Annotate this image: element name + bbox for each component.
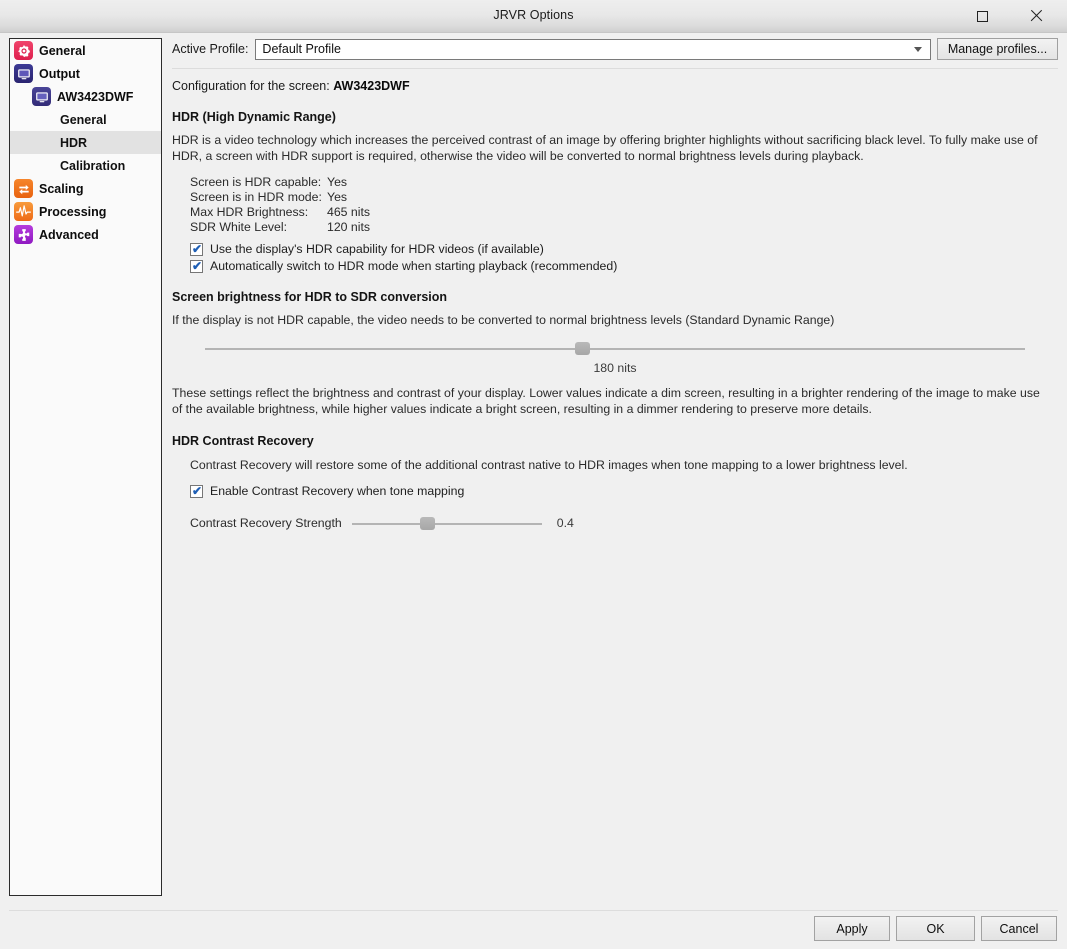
active-profile-value: Default Profile (262, 42, 341, 56)
brightness-slider-thumb[interactable] (574, 342, 590, 355)
main-content: Active Profile: Default Profile Manage p… (172, 38, 1058, 898)
sidebar-item-aw3423dwf[interactable]: AW3423DWF (10, 85, 161, 108)
sidebar-item-output[interactable]: Output (10, 62, 161, 85)
sidebar-item-label: General (39, 43, 86, 58)
check-mark-icon: ✔ (192, 258, 203, 273)
brightness-explanation: These settings reflect the brightness an… (172, 386, 1040, 416)
checkbox-auto-switch-hdr[interactable]: ✔ Automatically switch to HDR mode when … (190, 259, 1058, 273)
checkbox-label: Automatically switch to HDR mode when st… (210, 259, 618, 273)
monitor-icon (14, 64, 33, 83)
sidebar-item-label: Output (39, 66, 80, 81)
contrast-recovery-description: Contrast Recovery will restore some of t… (190, 458, 908, 472)
brightness-description: If the display is not HDR capable, the v… (172, 313, 835, 327)
cancel-button[interactable]: Cancel (981, 916, 1057, 941)
chevron-down-icon (914, 47, 922, 52)
stat-value: 120 nits (327, 220, 371, 234)
config-screen-name: AW3423DWF (333, 79, 410, 93)
hdr-stats-list: Screen is HDR capable: Yes Screen is in … (190, 175, 1058, 235)
window-titlebar: JRVR Options (0, 0, 1067, 33)
sidebar-item-advanced[interactable]: Advanced (10, 223, 161, 246)
contrast-strength-slider[interactable] (351, 516, 542, 530)
contrast-strength-thumb[interactable] (420, 516, 436, 530)
brightness-value-label: 180 nits (593, 361, 637, 375)
check-mark-icon: ✔ (192, 241, 203, 256)
sidebar-item-screen-general[interactable]: General (10, 108, 161, 131)
sidebar-item-label: HDR (60, 135, 88, 150)
check-mark-icon: ✔ (192, 483, 203, 498)
window-title: JRVR Options (493, 8, 574, 22)
brightness-slider-track[interactable] (205, 348, 1025, 350)
stat-value: Yes (327, 190, 348, 204)
sidebar-item-label: Advanced (39, 227, 99, 242)
config-screen-line: Configuration for the screen: AW3423DWF (172, 79, 1058, 93)
contrast-recovery-heading: HDR Contrast Recovery (172, 434, 314, 448)
dialog-footer: Apply OK Cancel (0, 911, 1067, 949)
sidebar-item-hdr[interactable]: HDR (10, 131, 161, 154)
sidebar-item-label: General (60, 112, 107, 127)
stat-row: Max HDR Brightness: 465 nits (190, 205, 1058, 220)
hdr-description: HDR is a video technology which increase… (172, 133, 1038, 163)
maximize-icon (976, 10, 988, 22)
checkbox-box[interactable]: ✔ (190, 258, 203, 273)
sidebar-nav: General Output AW3423DWF General HDR Cal… (9, 38, 162, 896)
sidebar-item-general[interactable]: General (10, 39, 161, 62)
sidebar-item-scaling[interactable]: Scaling (10, 177, 161, 200)
close-icon (1029, 9, 1043, 23)
contrast-strength-value: 0.4 (556, 516, 574, 530)
checkbox-enable-contrast-recovery[interactable]: ✔ Enable Contrast Recovery when tone map… (190, 484, 1058, 498)
stat-key: Screen is HDR capable: (190, 175, 322, 189)
stat-row: Screen is HDR capable: Yes (190, 175, 1058, 190)
stat-key: Screen is in HDR mode: (190, 190, 322, 204)
brightness-slider[interactable] (205, 342, 1025, 356)
hdr-section-heading: HDR (High Dynamic Range) (172, 110, 336, 124)
active-profile-label: Active Profile: (172, 42, 249, 56)
checkbox-use-hdr-capability[interactable]: ✔ Use the display's HDR capability for H… (190, 242, 1058, 256)
checkbox-box[interactable]: ✔ (190, 241, 203, 256)
contrast-strength-track[interactable] (351, 522, 542, 525)
apply-button[interactable]: Apply (814, 916, 890, 941)
sidebar-item-label: Calibration (60, 158, 126, 173)
sidebar-item-processing[interactable]: Processing (10, 200, 161, 223)
brightness-section-heading: Screen brightness for HDR to SDR convers… (172, 290, 448, 304)
stat-row: Screen is in HDR mode: Yes (190, 190, 1058, 205)
waveform-icon (14, 202, 33, 221)
gear-icon (14, 41, 33, 60)
ok-button[interactable]: OK (896, 916, 975, 941)
contrast-strength-row: Contrast Recovery Strength 0.4 (190, 515, 1058, 531)
contrast-strength-label: Contrast Recovery Strength (190, 516, 342, 530)
sidebar-item-calibration[interactable]: Calibration (10, 154, 161, 177)
monitor-icon (32, 87, 51, 106)
checkbox-label: Use the display's HDR capability for HDR… (210, 242, 544, 256)
sidebar-item-label: Scaling (39, 181, 84, 196)
stat-key: Max HDR Brightness: (190, 205, 309, 219)
resize-icon (14, 179, 33, 198)
header-divider (172, 68, 1058, 69)
active-profile-dropdown[interactable]: Default Profile (255, 38, 931, 60)
active-profile-row: Active Profile: Default Profile Manage p… (172, 38, 1058, 60)
stat-value: 465 nits (327, 205, 371, 219)
sidebar-item-label: AW3423DWF (57, 89, 134, 104)
stat-row: SDR White Level: 120 nits (190, 220, 1058, 235)
config-screen-prefix: Configuration for the screen: (172, 79, 334, 93)
stat-key: SDR White Level: (190, 220, 288, 234)
close-button[interactable] (1013, 0, 1059, 32)
sidebar-item-label: Processing (39, 204, 107, 219)
puzzle-icon (14, 225, 33, 244)
stat-value: Yes (327, 175, 348, 189)
maximize-button[interactable] (959, 0, 1005, 32)
manage-profiles-button[interactable]: Manage profiles... (937, 38, 1058, 60)
checkbox-label: Enable Contrast Recovery when tone mappi… (210, 484, 465, 498)
checkbox-box[interactable]: ✔ (190, 483, 203, 498)
